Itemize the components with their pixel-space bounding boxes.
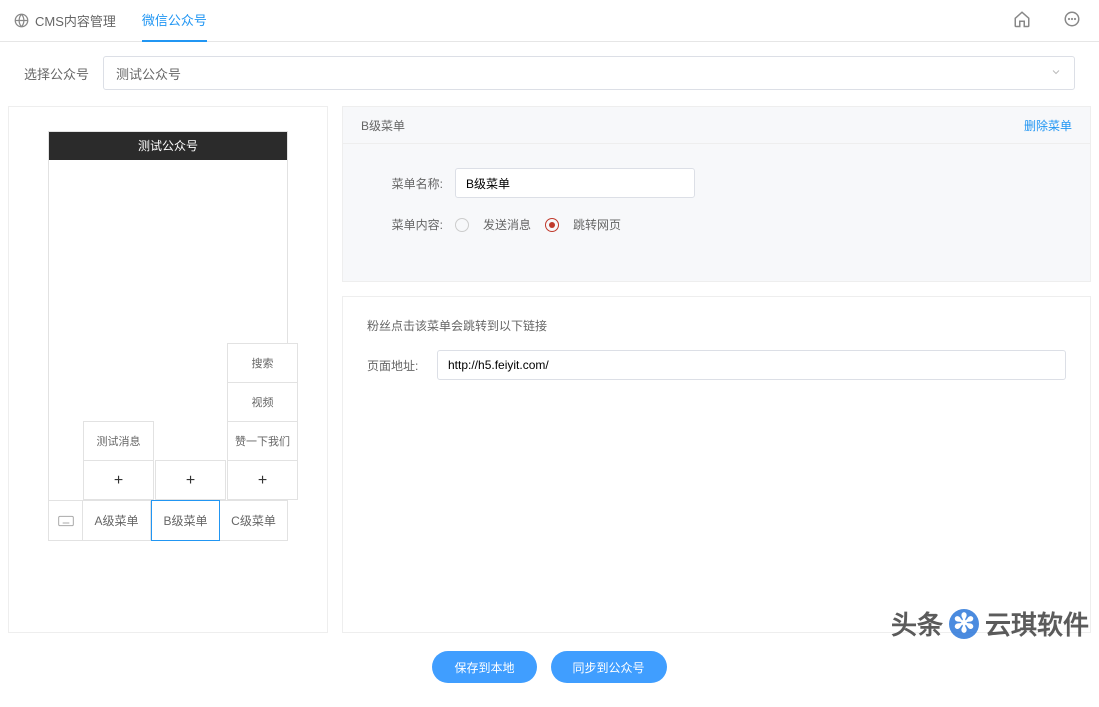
globe-icon	[14, 13, 29, 28]
brand-title: CMS内容管理	[35, 11, 116, 30]
main-menu-b[interactable]: B级菜单	[151, 500, 220, 541]
radio-send-label: 发送消息	[483, 216, 531, 233]
watermark-left: 头条	[891, 605, 943, 642]
phone-preview-panel: 测试公众号 测试消息 + + 搜索 视频 赞一下我们 +	[8, 106, 328, 633]
tab-wechat[interactable]: 微信公众号	[142, 0, 207, 42]
submenu-item[interactable]: 视频	[227, 382, 298, 422]
watermark-right: 云琪软件	[985, 605, 1089, 642]
top-bar: CMS内容管理 微信公众号	[0, 0, 1099, 42]
main-menu-a[interactable]: A级菜单	[83, 501, 151, 540]
link-section: 粉丝点击该菜单会跳转到以下链接 页面地址:	[342, 296, 1091, 633]
link-hint: 粉丝点击该菜单会跳转到以下链接	[367, 317, 1066, 334]
submenu-item[interactable]: 赞一下我们	[227, 421, 298, 461]
watermark: 头条 ✻ 云琪软件	[891, 605, 1089, 642]
radio-send-message[interactable]	[455, 218, 469, 232]
account-select-value: 测试公众号	[116, 64, 181, 83]
home-icon[interactable]	[1013, 10, 1031, 31]
submenu-add-button[interactable]: +	[83, 460, 154, 500]
page-url-input[interactable]	[437, 350, 1066, 380]
phone-title: 测试公众号	[49, 132, 287, 160]
editor-header: B级菜单 删除菜单	[342, 106, 1091, 144]
page-url-label: 页面地址:	[367, 357, 437, 374]
editor-title: B级菜单	[361, 117, 405, 134]
editor-form: 菜单名称: 菜单内容: 发送消息 跳转网页	[342, 144, 1091, 282]
phone-bottom-menu: A级菜单 B级菜单 C级菜单	[49, 500, 287, 540]
chevron-down-icon	[1050, 66, 1062, 81]
account-selector-row: 选择公众号 测试公众号	[0, 42, 1099, 98]
menu-content-label: 菜单内容:	[373, 216, 443, 233]
footer-actions: 保存到本地 同步到公众号	[0, 633, 1099, 707]
delete-menu-link[interactable]: 删除菜单	[1024, 117, 1072, 134]
menu-name-input[interactable]	[455, 168, 695, 198]
editor-panel: B级菜单 删除菜单 菜单名称: 菜单内容: 发送消息 跳转网页 粉丝点击该菜单会…	[342, 106, 1091, 633]
watermark-icon: ✻	[949, 609, 979, 639]
main-menu-c[interactable]: C级菜单	[220, 501, 287, 540]
selector-label: 选择公众号	[24, 64, 89, 83]
submenu-add-button[interactable]: +	[155, 460, 226, 500]
submenu-item[interactable]: 搜索	[227, 343, 298, 383]
account-select[interactable]: 测试公众号	[103, 56, 1075, 90]
submenu-add-button[interactable]: +	[227, 460, 298, 500]
chat-icon[interactable]	[1063, 10, 1081, 31]
phone-frame: 测试公众号 测试消息 + + 搜索 视频 赞一下我们 +	[48, 131, 288, 541]
keyboard-icon[interactable]	[49, 501, 83, 540]
radio-redirect-link[interactable]	[545, 218, 559, 232]
phone-body: 测试消息 + + 搜索 视频 赞一下我们 +	[49, 160, 287, 500]
radio-link-label: 跳转网页	[573, 216, 621, 233]
submenu-item[interactable]: 测试消息	[83, 421, 154, 461]
menu-name-label: 菜单名称:	[373, 175, 443, 192]
